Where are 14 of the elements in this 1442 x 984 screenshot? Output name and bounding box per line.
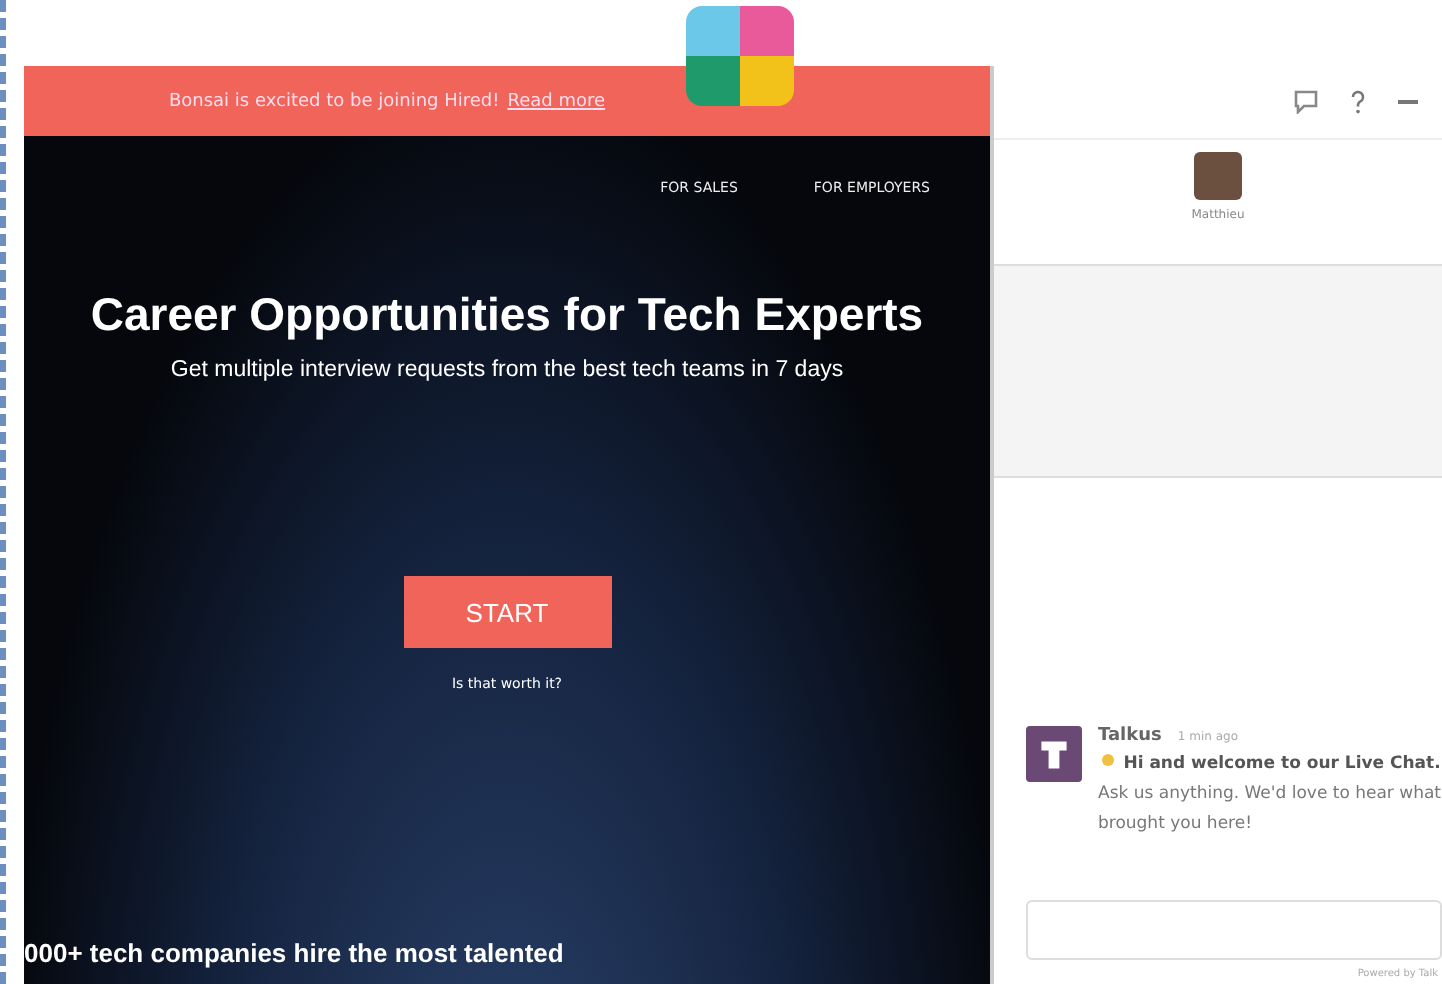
app-logo-icon [686,6,794,106]
hero-title: Career Opportunities for Tech Experts [90,288,924,342]
hero-footer-text: 000+ tech companies hire the most talented [24,938,564,968]
chat-message: Hi and welcome to our Live Chat. Ask us anything. We'd love to hear what brought you here! [1098,750,1442,838]
help-icon[interactable] [1350,90,1366,114]
avatar-placeholder [1194,152,1242,200]
message-input-field[interactable] [1026,900,1442,960]
banner-text: Bonsai is excited to be joining Hired! [168,91,500,111]
chat-bubble-icon[interactable] [1294,90,1318,114]
talkus-logo-icon [1026,726,1082,782]
hero-subtitle: Get multiple interview requests from the best tech teams in 7 days [170,358,844,382]
minimize-icon[interactable] [1398,99,1418,105]
sun-icon [1098,750,1118,770]
sender-name: Talkus [1098,726,1162,746]
